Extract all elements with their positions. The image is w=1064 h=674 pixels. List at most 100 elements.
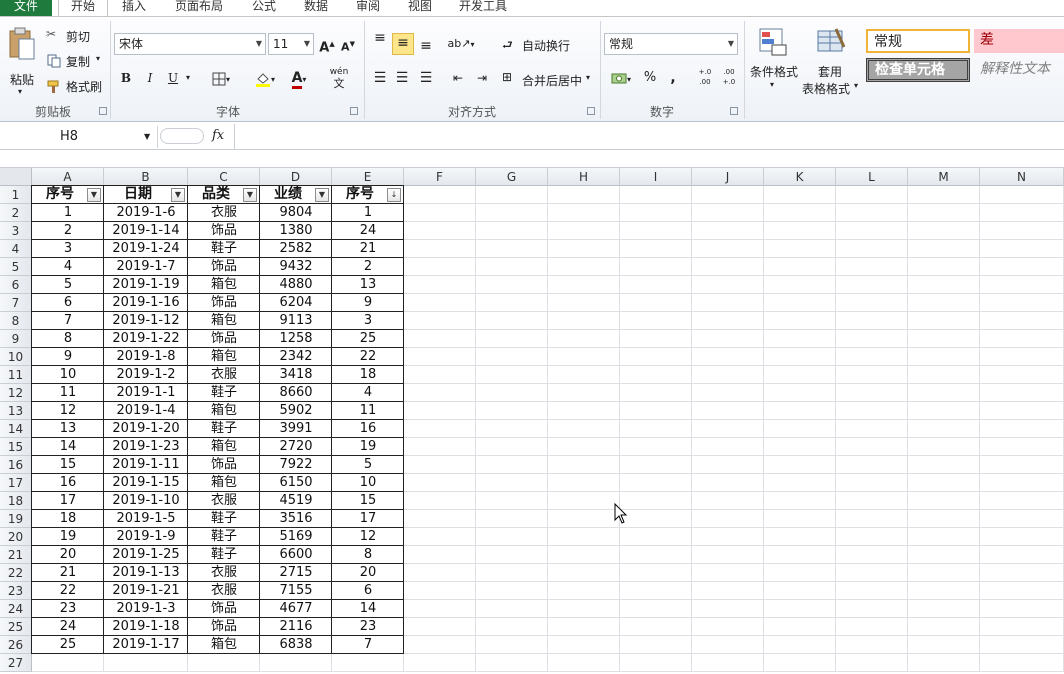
row-header-1[interactable]: 1 [0, 186, 32, 204]
accounting-format-button[interactable]: ▾ [606, 67, 636, 89]
table-cell[interactable]: 18 [332, 366, 404, 384]
table-cell[interactable]: 5 [332, 456, 404, 474]
table-cell[interactable]: 24 [332, 222, 404, 240]
row-header-23[interactable]: 23 [0, 582, 32, 600]
table-cell[interactable]: 1258 [260, 330, 332, 348]
table-cell[interactable]: 2019-1-24 [104, 240, 188, 258]
border-button[interactable]: ▾ [204, 67, 238, 89]
table-cell[interactable]: 3991 [260, 420, 332, 438]
table-cell[interactable]: 18 [32, 510, 104, 528]
table-cell[interactable]: 2019-1-19 [104, 276, 188, 294]
font-launcher-icon[interactable] [350, 107, 358, 115]
table-cell[interactable]: 11 [332, 402, 404, 420]
table-cell[interactable]: 3418 [260, 366, 332, 384]
column-header-d[interactable]: D [260, 168, 332, 186]
row-header-15[interactable]: 15 [0, 438, 32, 456]
table-cell[interactable]: 7155 [260, 582, 332, 600]
row-header-25[interactable]: 25 [0, 618, 32, 636]
table-cell[interactable]: 箱包 [188, 402, 260, 420]
style-check-cell[interactable]: 检查单元格 [866, 58, 970, 82]
table-cell[interactable]: 2 [332, 258, 404, 276]
table-cell[interactable]: 2019-1-25 [104, 546, 188, 564]
table-cell[interactable]: 2019-1-23 [104, 438, 188, 456]
percent-button[interactable]: % [640, 67, 660, 89]
tab-formulas[interactable]: 公式 [242, 0, 286, 16]
table-cell[interactable]: 3 [332, 312, 404, 330]
table-cell[interactable]: 4880 [260, 276, 332, 294]
underline-button[interactable]: U [164, 67, 182, 89]
table-cell[interactable]: 2019-1-5 [104, 510, 188, 528]
table-cell[interactable]: 2019-1-16 [104, 294, 188, 312]
table-cell[interactable]: 2019-1-15 [104, 474, 188, 492]
font-color-button[interactable]: A▾ [284, 67, 314, 89]
table-cell[interactable]: 箱包 [188, 348, 260, 366]
row-header-3[interactable]: 3 [0, 222, 32, 240]
row-header-12[interactable]: 12 [0, 384, 32, 402]
column-header-e[interactable]: E [332, 168, 404, 186]
table-cell[interactable]: 19 [332, 438, 404, 456]
row-header-21[interactable]: 21 [0, 546, 32, 564]
row-header-10[interactable]: 10 [0, 348, 32, 366]
table-cell[interactable]: 9432 [260, 258, 332, 276]
comma-style-button[interactable]: , [664, 67, 682, 89]
align-left-icon[interactable]: ☰ [370, 67, 390, 89]
table-cell[interactable]: 6838 [260, 636, 332, 654]
table-cell[interactable]: 饰品 [188, 258, 260, 276]
table-cell[interactable]: 15 [332, 492, 404, 510]
table-cell[interactable]: 2019-1-14 [104, 222, 188, 240]
table-cell[interactable]: 3516 [260, 510, 332, 528]
select-all-corner[interactable] [0, 168, 32, 186]
table-cell[interactable]: 2019-1-4 [104, 402, 188, 420]
table-cell[interactable]: 2 [32, 222, 104, 240]
table-cell[interactable]: 2019-1-12 [104, 312, 188, 330]
table-cell[interactable]: 饰品 [188, 456, 260, 474]
paste-button[interactable]: 粘贴 ▾ [4, 25, 40, 96]
worksheet-grid[interactable]: A B C D E F G H I J K L M N 1 2 3 4 5 6 7 8 9 10 11 12 13 14 15 16 17 1… [0, 168, 1064, 674]
row-header-26[interactable]: 26 [0, 636, 32, 654]
conditional-format-button[interactable]: 条件格式 ▾ [748, 25, 800, 101]
table-cell[interactable]: 饰品 [188, 600, 260, 618]
table-cell[interactable]: 22 [32, 582, 104, 600]
table-cell[interactable]: 23 [332, 618, 404, 636]
table-cell[interactable]: 4 [332, 384, 404, 402]
table-cell[interactable]: 衣服 [188, 366, 260, 384]
table-cell[interactable]: 9 [332, 294, 404, 312]
table-cell[interactable]: 鞋子 [188, 384, 260, 402]
table-cell[interactable]: 16 [332, 420, 404, 438]
table-cell[interactable]: 8 [32, 330, 104, 348]
table-cell[interactable]: 饰品 [188, 618, 260, 636]
table-cell[interactable]: 2019-1-17 [104, 636, 188, 654]
row-header-14[interactable]: 14 [0, 420, 32, 438]
row-header-20[interactable]: 20 [0, 528, 32, 546]
align-right-icon[interactable]: ☰ [416, 67, 436, 89]
row-header-19[interactable]: 19 [0, 510, 32, 528]
row-header-6[interactable]: 6 [0, 276, 32, 294]
italic-button[interactable]: I [142, 67, 158, 89]
table-cell[interactable]: 2019-1-13 [104, 564, 188, 582]
row-header-7[interactable]: 7 [0, 294, 32, 312]
orientation-icon[interactable]: ab↗▾ [446, 33, 476, 55]
decrease-indent-icon[interactable]: ⇤ [448, 67, 468, 89]
wrap-text-button[interactable]: ⮐ 自动换行 [500, 34, 576, 54]
column-header-l[interactable]: L [836, 168, 908, 186]
column-header-a[interactable]: A [32, 168, 104, 186]
table-cell[interactable]: 12 [32, 402, 104, 420]
table-cell[interactable]: 2019-1-11 [104, 456, 188, 474]
table-cell[interactable]: 1380 [260, 222, 332, 240]
row-header-18[interactable]: 18 [0, 492, 32, 510]
table-cell[interactable]: 6 [32, 294, 104, 312]
table-cell[interactable]: 4677 [260, 600, 332, 618]
table-cell[interactable]: 14 [332, 600, 404, 618]
table-cell[interactable]: 衣服 [188, 492, 260, 510]
row-header-11[interactable]: 11 [0, 366, 32, 384]
table-cell[interactable]: 13 [32, 420, 104, 438]
decrease-decimal-icon[interactable]: .00 +.0 [718, 67, 740, 89]
formula-bar-splitter[interactable] [160, 128, 204, 144]
table-cell[interactable]: 鞋子 [188, 528, 260, 546]
table-cell[interactable]: 14 [32, 438, 104, 456]
table-cell[interactable]: 箱包 [188, 312, 260, 330]
table-cell[interactable]: 6204 [260, 294, 332, 312]
tab-page-layout[interactable]: 页面布局 [166, 0, 232, 16]
formula-input[interactable] [234, 124, 1064, 150]
table-cell[interactable]: 25 [32, 636, 104, 654]
